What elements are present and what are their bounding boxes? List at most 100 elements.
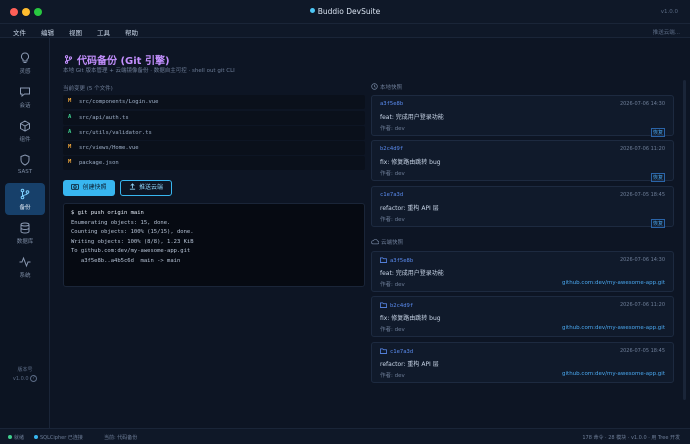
camera-icon bbox=[71, 184, 80, 190]
title-bar: Buddio DevSuite v1.0.0 bbox=[0, 0, 690, 24]
commit-message: fix: 修复路由跳转 bug bbox=[380, 315, 441, 322]
create-snapshot-button[interactable]: 创建快照 bbox=[63, 180, 115, 196]
file-path: src/api/auth.ts bbox=[79, 115, 129, 121]
file-path: src/utils/validator.ts bbox=[79, 130, 152, 136]
commit-message: refactor: 重构 API 层 bbox=[380, 361, 439, 368]
cloud-heading-text: 云端快照 bbox=[381, 240, 404, 246]
menu-push-cloud[interactable]: 推送云端... bbox=[653, 28, 680, 36]
remote-link[interactable]: github.com:dev/my-awesome-app.git bbox=[562, 280, 665, 286]
local-heading-text: 本地快照 bbox=[380, 85, 403, 91]
folder-icon bbox=[380, 348, 387, 354]
status-db-text: SQLCipher 已连接 bbox=[40, 435, 83, 441]
commit-hash-text: b2c4d9f bbox=[390, 303, 414, 309]
status-bar: 就绪 SQLCipher 已连接 当前: 代码备份 178 命令 · 28 模块… bbox=[0, 428, 690, 444]
commit-hash: b2c4d9f bbox=[380, 146, 404, 152]
cloud-snapshot-card[interactable]: a3f5e8b 2026-07-06 14:30 feat: 完成用户登录功能 … bbox=[371, 251, 674, 292]
menu-tools[interactable]: 工具 bbox=[97, 27, 110, 37]
menu-file[interactable]: 文件 bbox=[13, 27, 26, 37]
folder-icon bbox=[380, 257, 387, 263]
status-right: 178 命令 · 28 模块 · v1.0.0 · 用 Tree 开发 bbox=[582, 435, 680, 441]
file-row[interactable]: A src/api/auth.ts bbox=[63, 111, 365, 125]
changes-label: 当前变更 (5 个文件) bbox=[63, 86, 113, 92]
terminal-output: $ git push origin main Enumerating objec… bbox=[63, 203, 365, 287]
local-snapshot-card[interactable]: c1e7a3d 2026-07-05 18:45 refactor: 重构 AP… bbox=[371, 186, 674, 228]
file-path: src/views/Home.vue bbox=[79, 145, 139, 151]
sidebar-item-backup[interactable]: 备份 bbox=[5, 183, 45, 215]
upload-icon bbox=[129, 183, 136, 190]
commit-time: 2026-07-06 11:20 bbox=[619, 146, 665, 152]
commit-author: 作者: dev bbox=[380, 373, 405, 379]
sidebar-item-label: 灵感 bbox=[19, 69, 31, 75]
file-row[interactable]: M src/components/Login.vue bbox=[63, 95, 365, 109]
sidebar-item-system[interactable]: 系统 bbox=[5, 251, 45, 283]
cloud-snapshots-heading: 云端快照 bbox=[371, 238, 403, 246]
sidebar-item-inspiration[interactable]: 灵感 bbox=[5, 47, 45, 79]
file-row[interactable]: M src/views/Home.vue bbox=[63, 141, 365, 155]
page-subtitle: 本地 Git 版本管理 + 云端镜像备份 · 数据自主可控 · shell ou… bbox=[63, 68, 235, 74]
db-dot-icon bbox=[34, 435, 38, 439]
app-logo-icon bbox=[309, 8, 315, 13]
help-icon[interactable]: ? bbox=[30, 375, 38, 382]
remote-link[interactable]: github.com:dev/my-awesome-app.git bbox=[562, 371, 665, 377]
activity-icon bbox=[19, 256, 31, 268]
sidebar-item-label: 系统 bbox=[19, 273, 31, 279]
push-cloud-label: 推送云端 bbox=[138, 184, 163, 191]
commit-hash-text: a3f5e8b bbox=[390, 258, 414, 264]
terminal-line: Enumerating objects: 15, done. bbox=[71, 219, 171, 226]
cloud-snapshot-card[interactable]: b2c4d9f 2026-07-06 11:20 fix: 修复路由跳转 bug… bbox=[371, 296, 674, 337]
commit-author: 作者: dev bbox=[380, 327, 405, 333]
commit-hash: c1e7a3d bbox=[380, 348, 413, 355]
commit-message: fix: 修复路由跳转 bug bbox=[380, 159, 441, 166]
commit-message: feat: 完成用户登录功能 bbox=[380, 270, 444, 277]
terminal-line: Counting objects: 100% (15/15), done. bbox=[71, 229, 194, 235]
restore-button[interactable]: 恢复 bbox=[650, 219, 665, 228]
commit-hash: a3f5e8b bbox=[380, 257, 413, 264]
sidebar-item-chat[interactable]: 会话 bbox=[5, 81, 45, 113]
chat-icon bbox=[20, 87, 30, 98]
file-status: M bbox=[68, 98, 72, 104]
sidebar-item-database[interactable]: 数据库 bbox=[5, 217, 45, 249]
terminal-line: Writing objects: 100% (8/8), 1.23 KiB bbox=[71, 238, 194, 245]
commit-hash: a3f5e8b bbox=[380, 101, 404, 107]
git-branch-icon bbox=[64, 55, 73, 64]
file-status: A bbox=[68, 114, 72, 120]
folder-icon bbox=[380, 302, 387, 308]
cloud-snapshot-card[interactable]: c1e7a3d 2026-07-05 18:45 refactor: 重构 AP… bbox=[371, 342, 674, 383]
version-row: v1.0.0 ? bbox=[0, 375, 50, 384]
local-snapshot-card[interactable]: b2c4d9f 2026-07-06 11:20 fix: 修复路由跳转 bug… bbox=[371, 140, 674, 182]
main-scrollbar[interactable] bbox=[683, 80, 686, 400]
menu-edit[interactable]: 编辑 bbox=[41, 27, 54, 37]
restore-button[interactable]: 恢复 bbox=[650, 173, 665, 182]
commit-author: 作者: dev bbox=[380, 282, 405, 288]
commit-author: 作者: dev bbox=[380, 126, 405, 132]
file-status: A bbox=[68, 129, 72, 135]
sidebar-footer: 版本号 v1.0.0 ? bbox=[0, 366, 50, 384]
menu-view[interactable]: 视图 bbox=[69, 27, 82, 37]
commit-hash: b2c4d9f bbox=[380, 302, 413, 309]
status-ready: 就绪 bbox=[8, 434, 24, 441]
sidebar-item-label: 数据库 bbox=[16, 239, 34, 245]
commit-time: 2026-07-06 14:30 bbox=[619, 257, 665, 263]
push-cloud-button[interactable]: 推送云端 bbox=[120, 180, 172, 196]
file-row[interactable]: A src/utils/validator.ts bbox=[63, 126, 365, 140]
status-ready-text: 就绪 bbox=[14, 435, 25, 441]
create-snapshot-label: 创建快照 bbox=[82, 184, 107, 191]
sidebar-item-label: SAST bbox=[17, 169, 33, 175]
terminal-line: a3f5e8b..a4b5c6d main -> main bbox=[71, 257, 181, 264]
local-snapshot-card[interactable]: a3f5e8b 2026-07-06 14:30 feat: 完成用户登录功能 … bbox=[371, 95, 674, 137]
commit-author: 作者: dev bbox=[380, 171, 405, 177]
commit-time: 2026-07-06 11:20 bbox=[619, 302, 665, 308]
menu-help[interactable]: 帮助 bbox=[125, 27, 138, 37]
app-title-text: Buddio DevSuite bbox=[317, 7, 381, 16]
sidebar: 灵感 会话 组件 SAST 备份 数据库 系统 版本号 v1.0.0 ? bbox=[0, 38, 50, 428]
page-title: 代码备份 (Git 引擎) bbox=[63, 52, 170, 67]
terminal-line: $ git push origin main bbox=[71, 210, 144, 216]
terminal-line: To github.com:dev/my-awesome-app.git bbox=[71, 248, 191, 254]
restore-button[interactable]: 恢复 bbox=[650, 128, 665, 137]
file-row[interactable]: M package.json bbox=[63, 156, 365, 170]
sidebar-item-components[interactable]: 组件 bbox=[5, 115, 45, 147]
remote-link[interactable]: github.com:dev/my-awesome-app.git bbox=[562, 325, 665, 331]
ready-dot-icon bbox=[8, 435, 12, 439]
sidebar-item-sast[interactable]: SAST bbox=[5, 149, 45, 181]
sidebar-item-label: 会话 bbox=[19, 103, 31, 109]
